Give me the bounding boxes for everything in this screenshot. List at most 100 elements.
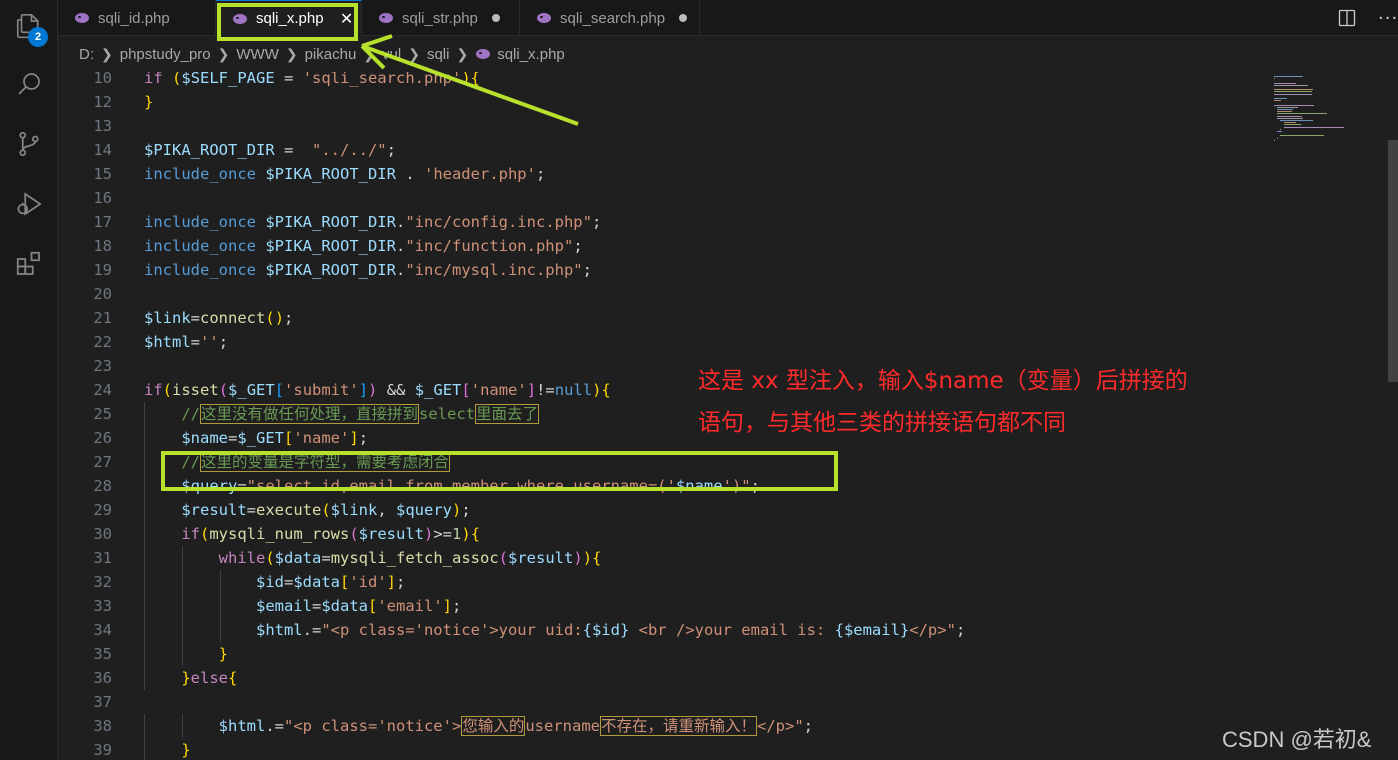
code-line[interactable]: 18 include_once $PIKA_ROOT_DIR."inc/funct… [58, 234, 1266, 258]
code-line[interactable]: 17 include_once $PIKA_ROOT_DIR."inc/confi… [58, 210, 1266, 234]
line-number: 26 [93, 429, 112, 447]
code-line[interactable]: 32 $id=$data['id']; [58, 570, 1266, 594]
line-number: 16 [93, 189, 112, 207]
code-text: $html=''; [144, 333, 229, 351]
annotation-line-1: 这是 xx 型注入，输入$name（变量）后拼接的 [698, 368, 1188, 394]
minimap-line [1280, 120, 1314, 121]
code-text: while($data=mysqli_fetch_assoc($result))… [218, 549, 602, 567]
code-text: } [181, 741, 191, 759]
unsaved-dot-icon[interactable] [491, 14, 500, 22]
code-line[interactable]: 10 if ($SELF_PAGE = 'sqli_search.php'){ [58, 72, 1266, 90]
source-control-icon[interactable] [13, 128, 45, 160]
breadcrumb-segment[interactable]: WWW [236, 46, 278, 63]
minimap-line [1274, 84, 1309, 86]
code-line[interactable]: 12} [58, 90, 1266, 114]
annotation-line-2: 语句，与其他三类的拼接语句都不同 [698, 410, 1066, 436]
run-debug-icon[interactable] [13, 188, 45, 220]
code-line[interactable]: 30 if(mysqli_num_rows($result)>=1){ [58, 522, 1266, 546]
code-text: $email=$data['email']; [255, 597, 462, 615]
code-text: $html.="<p class='notice'>您输入的username不存… [218, 716, 814, 736]
split-editor-icon[interactable] [1338, 9, 1356, 27]
annotation-note: 这是 xx 型注入，输入$name（变量）后拼接的 语句，与其他三类的拼接语句都… [698, 360, 1188, 444]
code-line[interactable]: 31 while($data=mysqli_fetch_assoc($resul… [58, 546, 1266, 570]
minimap-line [1277, 137, 1278, 139]
code-line[interactable]: 36 }else{ [58, 666, 1266, 690]
code-text: if(isset($_GET['submit']) && $_GET['name… [144, 381, 611, 399]
line-number: 34 [93, 621, 112, 639]
line-number: 15 [93, 165, 112, 183]
tab-sqli-id[interactable]: sqli_id.php [58, 0, 216, 36]
code-line[interactable]: 33 $email=$data['email']; [58, 594, 1266, 618]
code-line[interactable]: 20 [58, 282, 1266, 306]
line-number: 33 [93, 597, 112, 615]
more-actions-icon[interactable]: ··· [1378, 8, 1398, 29]
minimap-line [1283, 122, 1297, 124]
code-line[interactable]: 22 $html=''; [58, 330, 1266, 354]
code-line[interactable]: 37 [58, 690, 1266, 714]
php-file-icon [379, 13, 393, 23]
minimap-line [1274, 89, 1314, 91]
code-text: $link=connect(); [144, 309, 294, 327]
minimap-line [1274, 98, 1287, 99]
line-number: 35 [93, 645, 112, 663]
code-line[interactable]: 14 $PIKA_ROOT_DIR = "../../"; [58, 138, 1266, 162]
breadcrumb-segment[interactable]: phpstudy_pro [120, 46, 211, 63]
line-number: 23 [93, 357, 112, 375]
code-line[interactable]: 13 [58, 114, 1266, 138]
code-line[interactable]: 34 $html.="<p class='notice'>your uid:{$… [58, 618, 1266, 642]
minimap[interactable] [1266, 72, 1398, 760]
breadcrumb-segment[interactable]: D: [79, 46, 94, 63]
watermark: CSDN @若初& [1222, 727, 1372, 752]
code-line[interactable]: 15 include_once $PIKA_ROOT_DIR . 'header.… [58, 162, 1266, 186]
code-line[interactable]: 19 include_once $PIKA_ROOT_DIR."inc/mysql… [58, 258, 1266, 282]
code-text: $html.="<p class='notice'>your uid:{$id}… [255, 621, 966, 639]
chevron-right-icon: ❯ [101, 45, 113, 62]
code-line[interactable]: 35 } [58, 642, 1266, 666]
code-text: //这里没有做任何处理，直接拼到select里面去了 [181, 404, 540, 424]
line-number: 18 [93, 237, 112, 255]
minimap-line [1274, 93, 1313, 95]
line-number: 19 [93, 261, 112, 279]
line-number: 36 [93, 669, 112, 687]
minimap-line [1283, 124, 1302, 126]
search-icon[interactable] [13, 68, 45, 100]
code-line[interactable]: 39 } [58, 738, 1266, 760]
explorer-badge: 2 [28, 27, 48, 47]
code-text: $PIKA_ROOT_DIR = "../../"; [144, 141, 396, 159]
extensions-icon[interactable] [13, 248, 45, 280]
minimap-line [1277, 106, 1298, 108]
code-text: include_once $PIKA_ROOT_DIR."inc/functio… [144, 237, 583, 255]
breadcrumb: D: ❯ phpstudy_pro ❯ WWW ❯ pikachu ❯ vul … [58, 36, 1398, 72]
scrollbar-thumb[interactable] [1388, 140, 1398, 382]
line-number: 14 [93, 141, 112, 159]
line-number: 22 [93, 333, 112, 351]
code-text: $id=$data['id']; [255, 573, 406, 591]
minimap-line [1274, 104, 1314, 106]
line-number: 24 [93, 381, 112, 399]
minimap-line [1280, 128, 1282, 130]
annotation-arrow-icon [360, 34, 579, 126]
line-number: 28 [93, 477, 112, 495]
code-text: $name=$_GET['name']; [181, 429, 369, 447]
minimap-line [1283, 126, 1345, 128]
line-number: 38 [93, 717, 112, 735]
line-number: 13 [93, 117, 112, 135]
code-text: }else{ [181, 669, 238, 687]
code-text: if(mysqli_num_rows($result)>=1){ [181, 525, 481, 543]
line-number: 29 [93, 501, 112, 519]
minimap-line [1277, 117, 1303, 119]
code-line[interactable]: 38 $html.="<p class='notice'>您输入的usernam… [58, 714, 1266, 738]
code-text: include_once $PIKA_ROOT_DIR."inc/config.… [144, 213, 602, 231]
code-line[interactable]: 21 $link=connect(); [58, 306, 1266, 330]
active-tab-highlight-box [217, 3, 358, 41]
minimap-line [1274, 82, 1296, 84]
chevron-right-icon: ❯ [217, 45, 230, 62]
minimap-line [1277, 109, 1294, 110]
unsaved-dot-icon[interactable] [679, 14, 688, 22]
minimap-line [1274, 139, 1275, 141]
line-number: 25 [93, 405, 112, 423]
code-line[interactable]: 29 $result=execute($link, $query); [58, 498, 1266, 522]
line-number: 30 [93, 525, 112, 543]
code-line[interactable]: 16 [58, 186, 1266, 210]
line-number: 10 [93, 72, 112, 87]
